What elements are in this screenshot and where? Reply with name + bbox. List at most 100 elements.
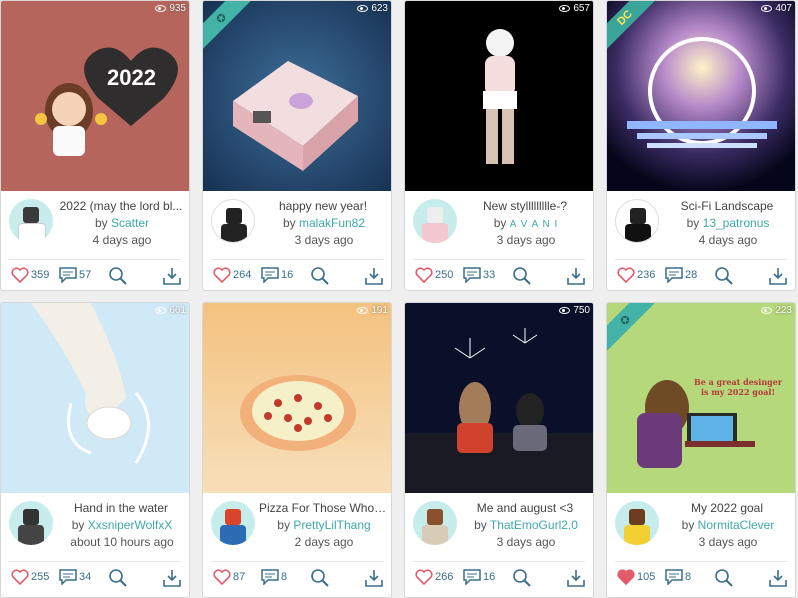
comment-button[interactable]: 16 bbox=[261, 267, 293, 283]
avatar[interactable] bbox=[615, 501, 659, 545]
author-link[interactable]: malakFun82 bbox=[299, 216, 365, 230]
inspect-icon bbox=[109, 569, 127, 587]
heart-icon bbox=[415, 569, 433, 585]
creation-title[interactable]: Sci-Fi Landscape bbox=[663, 199, 791, 213]
avatar[interactable] bbox=[615, 199, 659, 243]
creation-card[interactable]: 661 Hand in the water by XxsniperWolfxX … bbox=[0, 302, 190, 598]
creation-card[interactable]: ✪ 623 happy new year! by malakFun82 3 da… bbox=[202, 0, 392, 291]
inspect-button[interactable] bbox=[109, 569, 127, 587]
creation-title[interactable]: happy new year! bbox=[259, 199, 387, 213]
creation-thumbnail[interactable]: Be a great desinger is my 2022 goal! ✪ 2… bbox=[607, 303, 795, 493]
creation-thumbnail[interactable]: 657 bbox=[405, 1, 593, 191]
heart-icon bbox=[11, 569, 29, 585]
creation-title[interactable]: New styllllllllle-? bbox=[461, 199, 589, 213]
comment-button[interactable]: 33 bbox=[463, 267, 495, 283]
divider bbox=[9, 259, 181, 260]
creation-card[interactable]: 750 Me and august <3 by ThatEmoGurl2.0 3… bbox=[404, 302, 594, 598]
creation-card[interactable]: Be a great desinger is my 2022 goal! ✪ 2… bbox=[606, 302, 796, 598]
inspect-button[interactable] bbox=[513, 267, 531, 285]
like-count: 236 bbox=[637, 269, 656, 281]
comment-button[interactable]: 34 bbox=[59, 569, 91, 585]
creation-title[interactable]: My 2022 goal bbox=[663, 501, 791, 515]
author-link[interactable]: XxsniperWolfxX bbox=[88, 518, 172, 532]
creation-title[interactable]: 2022 (may the lord bl... bbox=[57, 199, 185, 213]
like-button[interactable]: 264 bbox=[213, 267, 251, 283]
inspect-button[interactable] bbox=[715, 267, 733, 285]
avatar[interactable] bbox=[9, 199, 53, 243]
creation-card[interactable]: DC 407 Sci-Fi Landscape by 13_patronus 4… bbox=[606, 0, 796, 291]
comment-icon bbox=[665, 267, 683, 283]
timestamp: about 10 hours ago bbox=[70, 535, 174, 549]
eye-icon bbox=[761, 307, 773, 314]
avatar[interactable] bbox=[211, 501, 255, 545]
creation-title[interactable]: Me and august <3 bbox=[461, 501, 589, 515]
author-link[interactable]: ThatEmoGurl2.0 bbox=[490, 518, 578, 532]
like-button[interactable]: 105 bbox=[617, 569, 655, 585]
comment-count: 33 bbox=[483, 269, 496, 281]
download-button[interactable] bbox=[769, 267, 787, 285]
like-count: 255 bbox=[31, 571, 50, 583]
view-count: 623 bbox=[357, 3, 388, 14]
view-count: 935 bbox=[155, 3, 186, 14]
thumbnail-image bbox=[233, 61, 358, 171]
comment-button[interactable]: 28 bbox=[665, 267, 697, 283]
creation-thumbnail[interactable]: ✪ 623 bbox=[203, 1, 391, 191]
author-line: by ThatEmoGurl2.0 bbox=[474, 518, 578, 532]
creation-title[interactable]: Hand in the water bbox=[57, 501, 185, 515]
inspect-button[interactable] bbox=[109, 267, 127, 285]
comment-count: 16 bbox=[483, 571, 496, 583]
author-link[interactable]: Scatter bbox=[111, 216, 149, 230]
like-button[interactable]: 255 bbox=[11, 569, 49, 585]
card-actions: 250 33 bbox=[405, 263, 593, 289]
creation-thumbnail[interactable]: DC 407 bbox=[607, 1, 795, 191]
inspect-button[interactable] bbox=[311, 267, 329, 285]
card-actions: 255 34 bbox=[1, 565, 189, 591]
card-actions: 359 57 bbox=[1, 263, 189, 289]
like-button[interactable]: 87 bbox=[213, 569, 245, 585]
creation-thumbnail[interactable]: 191 bbox=[203, 303, 391, 493]
like-button[interactable]: 359 bbox=[11, 267, 49, 283]
comment-count: 8 bbox=[281, 571, 288, 583]
inspect-button[interactable] bbox=[715, 569, 733, 587]
author-link[interactable]: NormitaClever bbox=[698, 518, 775, 532]
author-link[interactable]: A V A N I bbox=[510, 219, 558, 230]
author-link[interactable]: 13_patronus bbox=[703, 216, 770, 230]
comment-button[interactable]: 8 bbox=[261, 569, 287, 585]
like-button[interactable]: 266 bbox=[415, 569, 453, 585]
creation-card[interactable]: 657 New styllllllllle-? by A V A N I 3 d… bbox=[404, 0, 594, 291]
avatar[interactable] bbox=[413, 501, 457, 545]
divider bbox=[211, 561, 383, 562]
thumbnail-text: Be a great desinger is my 2022 goal! bbox=[693, 377, 783, 397]
creation-thumbnail[interactable]: 661 bbox=[1, 303, 189, 493]
download-button[interactable] bbox=[163, 267, 181, 285]
comment-button[interactable]: 16 bbox=[463, 569, 495, 585]
creations-grid: 2022 935 2022 (may the lord bl... by Sca… bbox=[0, 0, 798, 598]
inspect-button[interactable] bbox=[513, 569, 531, 587]
card-info: 2022 (may the lord bl... by Scatter 4 da… bbox=[1, 191, 189, 255]
download-button[interactable] bbox=[365, 267, 383, 285]
card-actions: 236 28 bbox=[607, 263, 795, 289]
download-button[interactable] bbox=[567, 569, 585, 587]
creation-thumbnail[interactable]: 750 bbox=[405, 303, 593, 493]
creation-card[interactable]: 2022 935 2022 (may the lord bl... by Sca… bbox=[0, 0, 190, 291]
eye-icon bbox=[155, 307, 167, 314]
like-button[interactable]: 250 bbox=[415, 267, 453, 283]
avatar[interactable] bbox=[9, 501, 53, 545]
download-button[interactable] bbox=[769, 569, 787, 587]
divider bbox=[211, 259, 383, 260]
creation-title[interactable]: Pizza For Those Who ... bbox=[259, 501, 387, 515]
download-button[interactable] bbox=[365, 569, 383, 587]
avatar[interactable] bbox=[413, 199, 457, 243]
author-link[interactable]: PrettyLilThang bbox=[293, 518, 370, 532]
comment-icon bbox=[463, 569, 481, 585]
creation-thumbnail[interactable]: 2022 935 bbox=[1, 1, 189, 191]
comment-button[interactable]: 8 bbox=[665, 569, 691, 585]
avatar[interactable] bbox=[211, 199, 255, 243]
inspect-button[interactable] bbox=[311, 569, 329, 587]
download-button[interactable] bbox=[567, 267, 585, 285]
creation-card[interactable]: 191 Pizza For Those Who ... by PrettyLil… bbox=[202, 302, 392, 598]
inspect-icon bbox=[109, 267, 127, 285]
comment-button[interactable]: 57 bbox=[59, 267, 91, 283]
like-button[interactable]: 236 bbox=[617, 267, 655, 283]
download-button[interactable] bbox=[163, 569, 181, 587]
